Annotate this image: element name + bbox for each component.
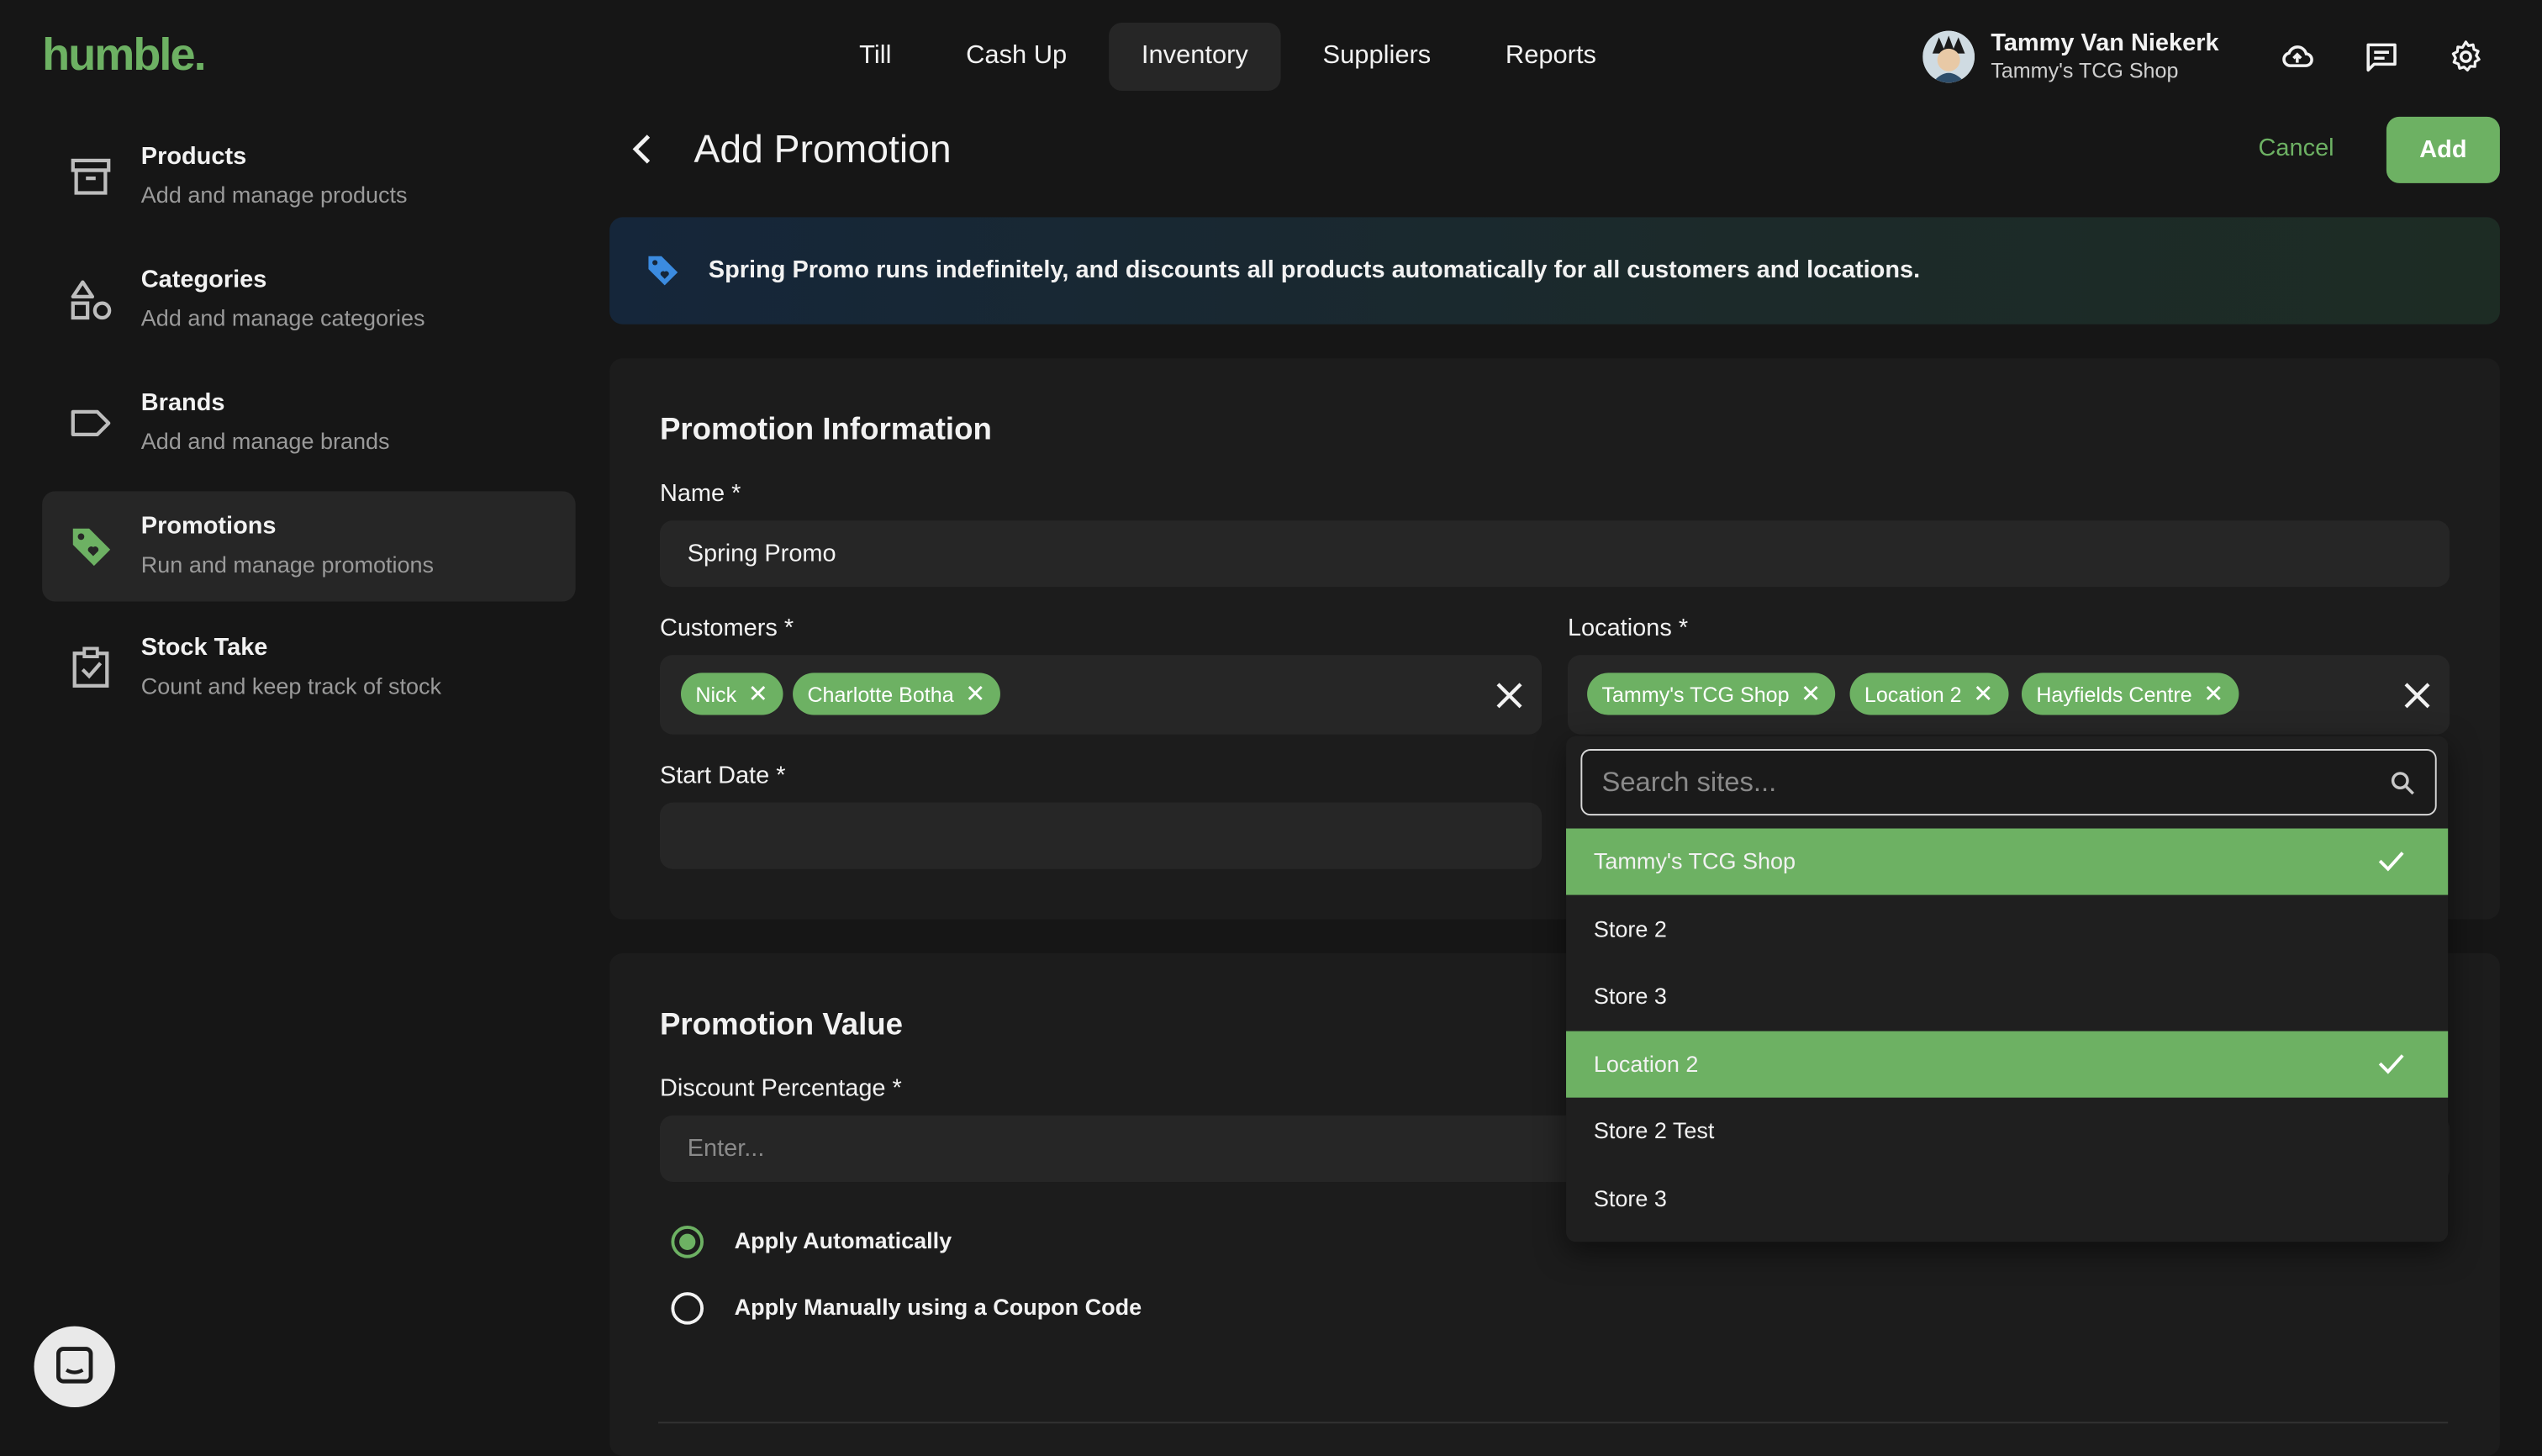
location-option[interactable]: Tammy's TCG Shop: [1566, 828, 2449, 895]
sidebar-item-subtitle: Count and keep track of stock: [140, 673, 442, 699]
sidebar-item-subtitle: Add and manage categories: [140, 304, 425, 331]
customers-multiselect[interactable]: Nick ✕ Charlotte Botha ✕: [659, 655, 1543, 735]
archive-box-icon: [71, 158, 111, 195]
user-name: Tammy Van Niekerk: [1991, 29, 2219, 57]
checkmark-icon: [2378, 852, 2404, 872]
locations-dropdown: Search sites... Tammy's TCG Shop Store 2…: [1566, 736, 2449, 1242]
divider: [658, 1422, 2449, 1424]
app-logo[interactable]: humble.: [42, 29, 206, 82]
discount-placeholder: Enter...: [687, 1135, 765, 1163]
message-icon[interactable]: [2364, 39, 2399, 74]
location-chip: Location 2 ✕: [1849, 673, 2008, 715]
page-title: Add Promotion: [694, 128, 952, 172]
sidebar-item-promotions[interactable]: Promotions Run and manage promotions: [42, 491, 576, 602]
location-chip: Hayfields Centre ✕: [2021, 673, 2239, 715]
sidebar-item-products[interactable]: Products Add and manage products: [42, 122, 576, 232]
sidebar-item-title: Promotions: [140, 512, 277, 541]
radio-label: Apply Manually using a Coupon Code: [734, 1294, 1142, 1320]
option-label: Tammy's TCG Shop: [1593, 847, 1796, 874]
nav-suppliers[interactable]: Suppliers: [1290, 23, 1463, 91]
remove-chip-icon[interactable]: ✕: [1973, 682, 1993, 706]
location-option[interactable]: Store 2 Test: [1566, 1098, 2448, 1164]
clear-all-icon[interactable]: [2402, 681, 2432, 710]
nav-till[interactable]: Till: [827, 23, 924, 91]
location-option[interactable]: Location 2: [1566, 1031, 2449, 1098]
sidebar-item-stock-take[interactable]: Stock Take Count and keep track of stock: [42, 613, 576, 723]
cloud-upload-icon[interactable]: [2280, 39, 2315, 74]
chip-label: Location 2: [1864, 681, 1962, 706]
chip-label: Tammy's TCG Shop: [1601, 681, 1790, 706]
start-date-field[interactable]: [659, 802, 1543, 869]
section-title: Promotion Value: [659, 1008, 904, 1043]
location-option[interactable]: Store 3: [1566, 963, 2448, 1030]
main-nav: Till Cash Up Inventory Suppliers Reports: [827, 23, 1629, 92]
shapes-icon: [71, 280, 112, 320]
name-label: Name *: [659, 479, 741, 508]
option-label: Store 3: [1593, 982, 1667, 1009]
location-chip: Tammy's TCG Shop ✕: [1587, 673, 1836, 715]
customer-chip: Charlotte Botha ✕: [793, 673, 1000, 715]
sidebar-item-title: Categories: [140, 266, 267, 294]
chip-label: Charlotte Botha: [807, 681, 954, 706]
remove-chip-icon[interactable]: ✕: [2203, 682, 2223, 706]
sidebar-item-categories[interactable]: Categories Add and manage categories: [42, 245, 576, 355]
promotion-summary-banner: Spring Promo runs indefinitely, and disc…: [609, 217, 2500, 324]
user-shop: Tammy's TCG Shop: [1991, 58, 2179, 83]
radio-label: Apply Automatically: [734, 1227, 952, 1253]
chip-label: Hayfields Centre: [2036, 681, 2192, 706]
avatar: [1922, 29, 1975, 82]
nav-inventory[interactable]: Inventory: [1109, 23, 1281, 92]
start-date-label: Start Date *: [659, 762, 786, 790]
search-icon: [2391, 772, 2414, 795]
option-label: Store 2: [1593, 915, 1667, 942]
discount-label: Discount Percentage *: [659, 1074, 902, 1103]
sidebar-item-subtitle: Run and manage promotions: [140, 551, 435, 578]
apply-manually-radio[interactable]: [671, 1292, 704, 1325]
customers-label: Customers *: [659, 614, 794, 642]
locations-multiselect[interactable]: Tammy's TCG Shop ✕ Location 2 ✕ Hayfield…: [1567, 655, 2450, 735]
name-field[interactable]: Spring Promo: [659, 520, 2450, 588]
search-sites-input[interactable]: Search sites...: [1580, 749, 2437, 816]
remove-chip-icon[interactable]: ✕: [965, 682, 985, 706]
clipboard-check-icon: [72, 646, 109, 688]
section-title: Promotion Information: [659, 413, 992, 448]
back-chevron-icon[interactable]: [625, 129, 661, 168]
tag-filled-icon: [72, 528, 111, 567]
locations-label: Locations *: [1567, 614, 1689, 642]
cancel-button[interactable]: Cancel: [2259, 135, 2334, 162]
nav-cash-up[interactable]: Cash Up: [934, 23, 1100, 91]
sidebar-item-title: Brands: [140, 388, 225, 417]
sidebar-item-title: Products: [140, 142, 247, 171]
banner-text: Spring Promo runs indefinitely, and disc…: [708, 256, 1921, 284]
name-value: Spring Promo: [687, 540, 836, 568]
user-profile[interactable]: Tammy Van Niekerk Tammy's TCG Shop: [1922, 29, 2219, 83]
sidebar-item-brands[interactable]: Brands Add and manage brands: [42, 368, 576, 478]
chat-icon: [56, 1347, 93, 1384]
checkmark-icon: [2378, 1054, 2404, 1074]
sidebar-item-subtitle: Add and manage brands: [140, 428, 390, 455]
location-option[interactable]: Store 3: [1566, 1166, 2448, 1232]
add-button[interactable]: Add: [2386, 116, 2500, 183]
apply-automatically-radio[interactable]: [671, 1226, 704, 1258]
sidebar-item-subtitle: Add and manage products: [140, 182, 408, 208]
option-label: Location 2: [1593, 1050, 1699, 1077]
customer-chip: Nick ✕: [681, 673, 783, 715]
remove-chip-icon[interactable]: ✕: [1801, 682, 1821, 706]
tag-outline-icon: [71, 409, 111, 436]
search-placeholder: Search sites...: [1601, 767, 1777, 798]
sidebar-item-title: Stock Take: [140, 634, 268, 662]
gear-icon[interactable]: [2448, 39, 2483, 74]
option-label: Store 3: [1593, 1184, 1667, 1211]
nav-reports[interactable]: Reports: [1473, 23, 1628, 91]
remove-chip-icon[interactable]: ✕: [748, 682, 768, 706]
tag-filled-icon: [648, 256, 678, 286]
option-label: Store 2 Test: [1593, 1116, 1715, 1143]
chip-label: Nick: [695, 681, 737, 706]
clear-all-icon[interactable]: [1495, 681, 1524, 710]
location-option[interactable]: Store 2: [1566, 897, 2448, 963]
chat-launcher-button[interactable]: [34, 1326, 115, 1408]
